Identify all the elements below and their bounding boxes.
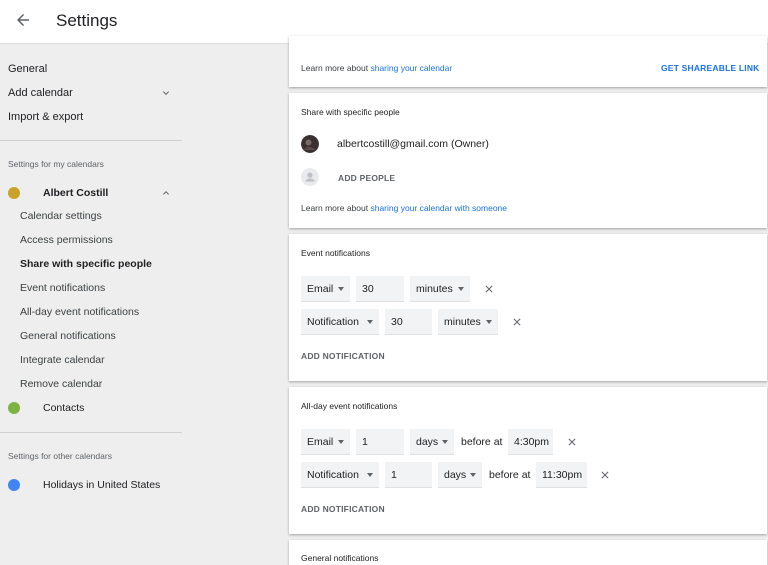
card-title: Event notifications [301, 248, 370, 258]
card-title: All-day event notifications [301, 401, 398, 411]
close-icon[interactable] [566, 436, 578, 448]
unit-select[interactable]: days [438, 462, 482, 488]
chevron-up-icon[interactable] [160, 187, 172, 199]
sidebar-item-event-notifications[interactable]: Event notifications [20, 282, 105, 294]
learn-more-text: Learn more about sharing your calendar [301, 63, 453, 73]
sidebar-item-share-specific-people[interactable]: Share with specific people [20, 258, 152, 270]
sidebar-divider [0, 140, 182, 141]
calendar-color-dot [8, 402, 20, 414]
add-notification-button[interactable]: ADD NOTIFICATION [301, 351, 385, 361]
before-at-label: before at [489, 469, 531, 481]
learn-more-text: Learn more about sharing your calendar w… [301, 203, 508, 213]
method-select[interactable]: Email [301, 276, 350, 302]
add-person-icon[interactable] [301, 168, 319, 186]
sidebar: General Add calendar Import & export Set… [0, 44, 190, 565]
section-my-calendars: Settings for my calendars [8, 159, 104, 169]
amount-input[interactable]: 1 [356, 429, 404, 455]
close-icon[interactable] [483, 283, 495, 295]
sidebar-divider [0, 432, 182, 433]
card-title: Share with specific people [301, 107, 400, 117]
event-notifications-card: Event notifications Email 30 minutes Not… [289, 234, 767, 381]
sidebar-item-calendar-settings[interactable]: Calendar settings [20, 210, 102, 222]
sidebar-item-albert-costill[interactable]: Albert Costill [43, 187, 108, 199]
learn-more-link[interactable]: sharing your calendar [370, 63, 452, 73]
sidebar-item-remove-calendar[interactable]: Remove calendar [20, 378, 102, 390]
general-notifications-card: General notifications [289, 540, 767, 565]
time-select[interactable]: 4:30pm [508, 429, 553, 455]
calendar-color-dot [8, 479, 20, 491]
close-icon[interactable] [511, 316, 523, 328]
sidebar-item-add-calendar[interactable]: Add calendar [8, 87, 73, 99]
section-other-calendars: Settings for other calendars [8, 451, 112, 461]
amount-input[interactable]: 1 [385, 462, 432, 488]
sidebar-item-allday-notifications[interactable]: All-day event notifications [20, 306, 139, 318]
amount-input[interactable]: 30 [356, 276, 404, 302]
share-people-card: Share with specific people albertcostill… [289, 93, 767, 228]
avatar [301, 135, 319, 153]
allday-notifications-card: All-day event notifications Email 1 days… [289, 387, 767, 534]
close-icon[interactable] [599, 469, 611, 481]
learn-more-link[interactable]: sharing your calendar with someone [370, 203, 507, 213]
sidebar-item-holidays[interactable]: Holidays in United States [43, 479, 160, 491]
sidebar-item-contacts[interactable]: Contacts [43, 402, 84, 414]
page-title: Settings [56, 11, 118, 30]
unit-select[interactable]: minutes [410, 276, 470, 302]
share-link-card: Learn more about sharing your calendar G… [289, 36, 767, 87]
sidebar-item-general[interactable]: General [8, 63, 47, 75]
time-select[interactable]: 11:30pm [536, 462, 587, 488]
get-shareable-link-button[interactable]: GET SHAREABLE LINK [661, 63, 760, 73]
add-notification-button[interactable]: ADD NOTIFICATION [301, 504, 385, 514]
sidebar-item-general-notifications[interactable]: General notifications [20, 330, 116, 342]
add-people-button[interactable]: ADD PEOPLE [338, 173, 395, 183]
owner-email: albertcostill@gmail.com (Owner) [337, 138, 489, 150]
unit-select[interactable]: minutes [438, 309, 498, 335]
arrow-left-icon[interactable] [14, 11, 32, 29]
sidebar-item-integrate-calendar[interactable]: Integrate calendar [20, 354, 105, 366]
method-select[interactable]: Notification [301, 462, 379, 488]
method-select[interactable]: Notification [301, 309, 379, 335]
amount-input[interactable]: 30 [385, 309, 432, 335]
method-select[interactable]: Email [301, 429, 350, 455]
before-at-label: before at [461, 436, 503, 448]
sidebar-item-access-permissions[interactable]: Access permissions [20, 234, 113, 246]
calendar-color-dot [8, 187, 20, 199]
sidebar-item-import-export[interactable]: Import & export [8, 111, 83, 123]
unit-select[interactable]: days [410, 429, 454, 455]
card-title: General notifications [301, 553, 379, 563]
chevron-down-icon[interactable] [160, 87, 172, 99]
